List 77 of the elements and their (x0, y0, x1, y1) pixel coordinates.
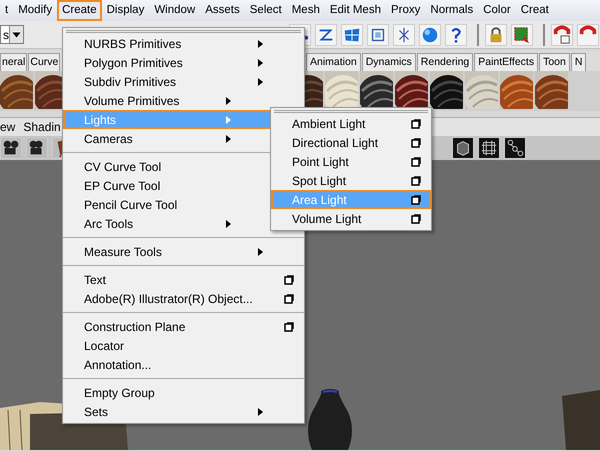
help-icon[interactable] (445, 24, 467, 46)
submenu-arrow-icon (226, 96, 231, 104)
menu-bar-item[interactable]: Proxy (386, 0, 426, 21)
menu-item[interactable]: Annotation... (63, 355, 304, 374)
submenu-arrow-icon (226, 134, 231, 142)
menu-item[interactable]: Adobe(R) Illustrator(R) Object... (63, 289, 304, 308)
camera-icon[interactable] (0, 137, 22, 159)
shelf-tab[interactable]: neral (0, 53, 28, 71)
menu-item[interactable]: Point Light (271, 152, 431, 171)
panel-menu-item[interactable]: ew (0, 120, 16, 134)
hair-icon[interactable] (430, 71, 463, 109)
menu-item[interactable]: NURBS Primitives (63, 34, 304, 53)
hair-icon[interactable] (360, 71, 393, 109)
menu-item[interactable]: Arc Tools (63, 214, 272, 233)
option-box-icon[interactable] (411, 194, 421, 204)
menu-bar-item[interactable]: Edit Mesh (324, 0, 386, 21)
option-box-icon[interactable] (411, 214, 421, 224)
option-box-icon[interactable] (284, 294, 294, 304)
menu-item[interactable]: Subdiv Primitives (63, 72, 304, 91)
option-box-icon[interactable] (411, 138, 421, 148)
menu-item[interactable]: Text (63, 270, 304, 289)
menu-item[interactable]: Polygon Primitives (63, 53, 304, 72)
menu-bar-item[interactable]: Normals (425, 0, 478, 21)
menu-bar-item[interactable]: Window (149, 0, 200, 21)
menu-item[interactable]: Ambient Light (271, 114, 431, 133)
menu-item[interactable]: Empty Group (63, 383, 304, 402)
shelf-tab[interactable]: Rendering (416, 53, 474, 71)
menu-bar-item[interactable]: Modify (13, 0, 58, 21)
submenu-arrow-icon (258, 40, 263, 48)
select-icon[interactable] (511, 24, 533, 46)
menu-bar-item[interactable]: Color (478, 0, 516, 21)
menu-item[interactable]: Volume Primitives (63, 91, 272, 110)
submenu-arrow-icon (258, 248, 263, 256)
menu-item[interactable]: CV Curve Tool (63, 157, 272, 176)
shelf-tab[interactable]: N (570, 53, 586, 71)
menu-item[interactable]: Measure Tools (63, 242, 304, 261)
menu-item[interactable]: Spot Light (271, 171, 431, 190)
menu-item[interactable]: Locator (63, 336, 304, 355)
menu-bar-item[interactable]: t (0, 0, 14, 21)
menu-item[interactable]: Cameras (63, 129, 272, 148)
menu-bar-item[interactable]: Display (102, 0, 150, 21)
submenu-arrow-icon (226, 220, 231, 228)
option-box-icon[interactable] (411, 118, 421, 128)
menu-bar-item[interactable]: Mesh (286, 0, 325, 21)
panel-menu-item[interactable]: Shadin (23, 120, 61, 134)
magnet-icon[interactable] (551, 24, 573, 46)
shelf-tab[interactable]: Animation (306, 53, 361, 71)
shelf-tab[interactable]: Toon (539, 53, 570, 71)
submenu-arrow-icon (258, 408, 263, 416)
shelf-tab[interactable]: Curve (28, 53, 60, 71)
option-box-icon[interactable] (284, 322, 294, 332)
lock-icon[interactable] (485, 24, 507, 46)
submenu-arrow-icon (258, 58, 263, 66)
cube-icon[interactable] (452, 137, 474, 159)
menu-item[interactable]: Construction Plane (63, 317, 304, 336)
submenu-arrow-icon (258, 78, 263, 86)
shelf-tab[interactable]: Dynamics (362, 53, 416, 71)
option-box-icon[interactable] (284, 274, 294, 284)
menu-item[interactable]: EP Curve Tool (63, 176, 272, 195)
camera-icon[interactable] (26, 137, 48, 159)
menu-item[interactable]: Pencil Curve Tool (63, 195, 272, 214)
menu-bar-item[interactable]: Create (57, 0, 102, 21)
option-box-icon[interactable] (411, 156, 421, 166)
menu-bar-item[interactable]: Select (244, 0, 287, 21)
magnet-icon[interactable] (577, 24, 599, 46)
submenu-arrow-icon (226, 116, 231, 124)
grid-icon[interactable] (478, 137, 500, 159)
menu-item[interactable]: Directional Light (271, 133, 431, 152)
option-box-icon[interactable] (411, 176, 421, 186)
menu-bar-item[interactable]: Assets (200, 0, 245, 21)
menu-bar-item[interactable]: Creat (516, 0, 554, 21)
menu-item[interactable]: Sets (63, 402, 304, 421)
shelf-tab[interactable]: PaintEffects (474, 53, 538, 71)
hair-icon[interactable] (395, 71, 428, 109)
mode-dropdown[interactable]: s (0, 25, 24, 44)
menu-item[interactable]: Volume Light (271, 209, 431, 228)
joint-icon[interactable] (504, 137, 526, 159)
